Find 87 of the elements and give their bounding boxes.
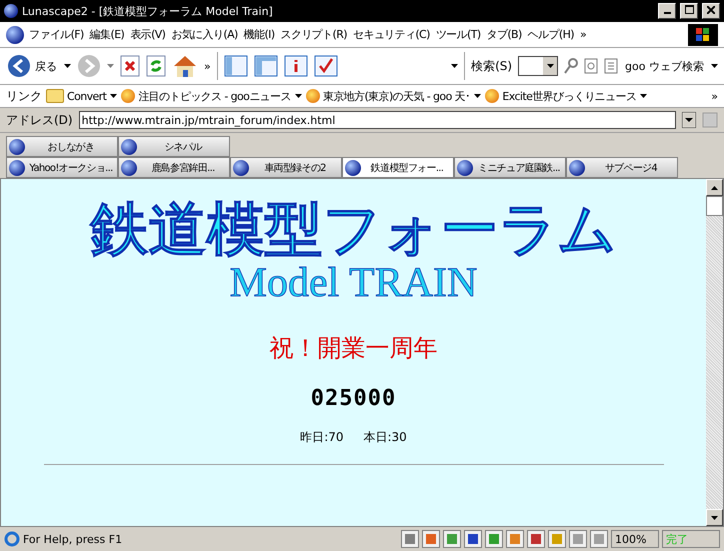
links-overflow[interactable]: » [711, 90, 718, 102]
announcement: 祝！開業一周年 [270, 335, 438, 364]
dropdown-icon[interactable] [451, 64, 458, 68]
status-tool-icon[interactable] [422, 530, 440, 548]
dropdown-icon[interactable] [474, 94, 482, 98]
panel-icon[interactable] [254, 55, 278, 77]
links-label: リンク [6, 88, 42, 104]
app-icon [6, 26, 24, 44]
close-button[interactable] [702, 3, 720, 19]
address-field[interactable]: http://www.mtrain.jp/mtrain_forum/index.html [78, 111, 676, 129]
status-tool-icon[interactable] [485, 530, 503, 548]
document-icon[interactable] [584, 58, 598, 74]
tab[interactable]: ミニチュア庭園鉄... [454, 157, 566, 178]
search-label: 検索(S) [471, 58, 512, 74]
zoom-level[interactable]: 100% [611, 530, 659, 548]
dropdown-icon[interactable] [64, 64, 71, 68]
dropdown-icon[interactable] [711, 64, 718, 68]
status-tool-icon[interactable] [527, 530, 545, 548]
checkmark-icon[interactable] [314, 55, 338, 77]
menu-item[interactable]: ヘルプ(H) [526, 27, 575, 42]
tab[interactable]: おしながき [6, 136, 118, 157]
down-arrow-icon [711, 516, 718, 520]
info-icon[interactable] [284, 55, 308, 77]
maximize-icon [684, 5, 694, 14]
scroll-thumb[interactable] [706, 196, 723, 216]
link-item[interactable]: Excite世界びっくりニュース [484, 88, 638, 104]
link-item[interactable]: Convert [45, 89, 108, 103]
menu-item[interactable]: 編集(E) [88, 27, 126, 42]
status-text: For Help, press F1 [23, 532, 124, 546]
close-icon [707, 6, 715, 14]
dropdown-icon[interactable] [682, 112, 696, 128]
menu-item[interactable]: スクリプト(R) [280, 27, 348, 42]
browser-icon [4, 531, 20, 547]
status-tool-icon[interactable] [443, 530, 461, 548]
up-arrow-icon [711, 186, 718, 190]
status-tool-icon[interactable] [506, 530, 524, 548]
visit-stat: 本日:30 [364, 429, 407, 446]
maximize-button[interactable] [680, 3, 698, 19]
dropdown-icon[interactable] [110, 94, 118, 98]
tab[interactable]: シネパル [118, 136, 230, 157]
menu-item[interactable]: ファイル(F) [28, 27, 85, 42]
menu-item[interactable]: セキュリティ(C) [352, 27, 431, 42]
document-icon[interactable] [604, 58, 618, 74]
scroll-up-button[interactable] [706, 179, 723, 196]
tab[interactable]: 鹿島参宮鉾田... [118, 157, 230, 178]
load-status: 完了 [662, 530, 720, 548]
search-engine-button[interactable]: goo ウェブ検索 [624, 58, 705, 74]
status-tool-icon[interactable] [590, 530, 608, 548]
refresh-icon[interactable] [146, 55, 166, 77]
address-label: アドレス(D) [6, 112, 73, 128]
status-tool-icon[interactable] [401, 530, 419, 548]
dropdown-icon[interactable] [294, 94, 302, 98]
home-icon[interactable] [172, 54, 198, 78]
menu-item[interactable]: お気に入り(A) [170, 27, 239, 42]
page-heading: 鉄道模型フォーラム [90, 199, 616, 260]
scrollbar[interactable] [706, 179, 723, 526]
minimize-icon [664, 12, 670, 14]
visitor-counter: 025000 [310, 386, 396, 412]
stop-icon[interactable] [120, 55, 140, 77]
status-tool-icon[interactable] [569, 530, 587, 548]
panel-icon[interactable] [224, 55, 248, 77]
menu-item[interactable]: » [578, 28, 588, 41]
windows-logo-icon [688, 24, 718, 46]
status-tool-icon[interactable] [464, 530, 482, 548]
visit-stat: 昨日:70 [300, 429, 344, 446]
window-title: Lunascape2 - [鉄道模型フォーラム Model Train] [22, 4, 274, 18]
scroll-down-button[interactable] [706, 509, 723, 526]
tab[interactable]: 鉄道模型フォー... [342, 157, 454, 178]
menu-item[interactable]: タブ(B) [486, 27, 523, 42]
link-item[interactable]: 注目のトピックス - gooニュース [120, 88, 292, 104]
app-icon [4, 4, 18, 18]
link-item[interactable]: 東京地方(東京)の天気 - goo 天･ [304, 88, 472, 104]
toolbar-overflow[interactable]: » [204, 60, 211, 72]
minimize-button[interactable] [658, 3, 676, 19]
menu-item[interactable]: 機能(I) [242, 27, 276, 42]
search-icon[interactable] [564, 58, 578, 74]
menu-item[interactable]: ツール(T) [434, 27, 482, 42]
dropdown-icon [546, 64, 554, 68]
dropdown-icon[interactable] [640, 94, 648, 98]
tab[interactable]: 車両型録その2 [230, 157, 342, 178]
status-tool-icon[interactable] [548, 530, 566, 548]
tab[interactable]: サブページ4 [566, 157, 678, 178]
back-button[interactable]: 戻る [6, 53, 58, 79]
page-subtitle: Model TRAIN [230, 260, 478, 306]
tab[interactable]: Yahoo!オークショ... [6, 157, 118, 178]
search-field[interactable] [518, 56, 558, 76]
menu-item[interactable]: 表示(V) [129, 27, 166, 42]
